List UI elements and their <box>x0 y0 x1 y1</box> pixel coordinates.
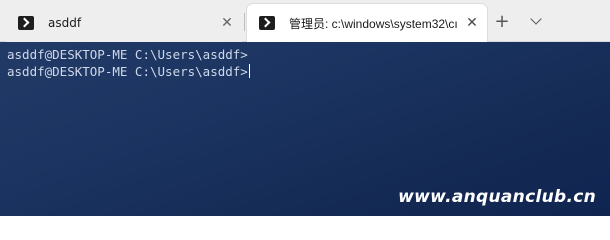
tab-dropdown-button[interactable] <box>524 8 548 34</box>
close-icon[interactable]: ✕ <box>461 12 483 34</box>
terminal-line-current: asddf@DESKTOP-ME C:\Users\asddf> <box>7 63 610 80</box>
close-icon[interactable]: ✕ <box>216 12 238 34</box>
scrollbar[interactable] <box>605 48 608 108</box>
terminal-pane[interactable]: asddf@DESKTOP-ME C:\Users\asddf> asddf@D… <box>0 42 610 216</box>
terminal-line: asddf@DESKTOP-ME C:\Users\asddf> <box>7 47 248 62</box>
tab-admin-cmd[interactable]: 管理员: c:\windows\system32\cı ✕ <box>247 4 487 42</box>
chevron-down-icon <box>530 13 542 25</box>
tab-title: 管理员: c:\windows\system32\cı <box>289 16 458 31</box>
powershell-icon <box>259 16 275 30</box>
powershell-icon <box>18 16 34 30</box>
text-cursor <box>248 64 250 78</box>
tab-bar: asddf ✕ 管理员: c:\windows\system32\cı ✕ + <box>0 0 610 42</box>
watermark-text: www.anquanclub.cn <box>398 187 596 207</box>
tab-separator <box>244 13 245 31</box>
terminal-prompt: asddf@DESKTOP-ME C:\Users\asddf> <box>7 64 248 79</box>
new-tab-button[interactable]: + <box>490 8 514 34</box>
terminal-window: asddf ✕ 管理员: c:\windows\system32\cı ✕ + … <box>0 0 610 216</box>
tab-title: asddf <box>48 16 82 30</box>
tab-asddf[interactable]: asddf ✕ <box>6 4 242 42</box>
